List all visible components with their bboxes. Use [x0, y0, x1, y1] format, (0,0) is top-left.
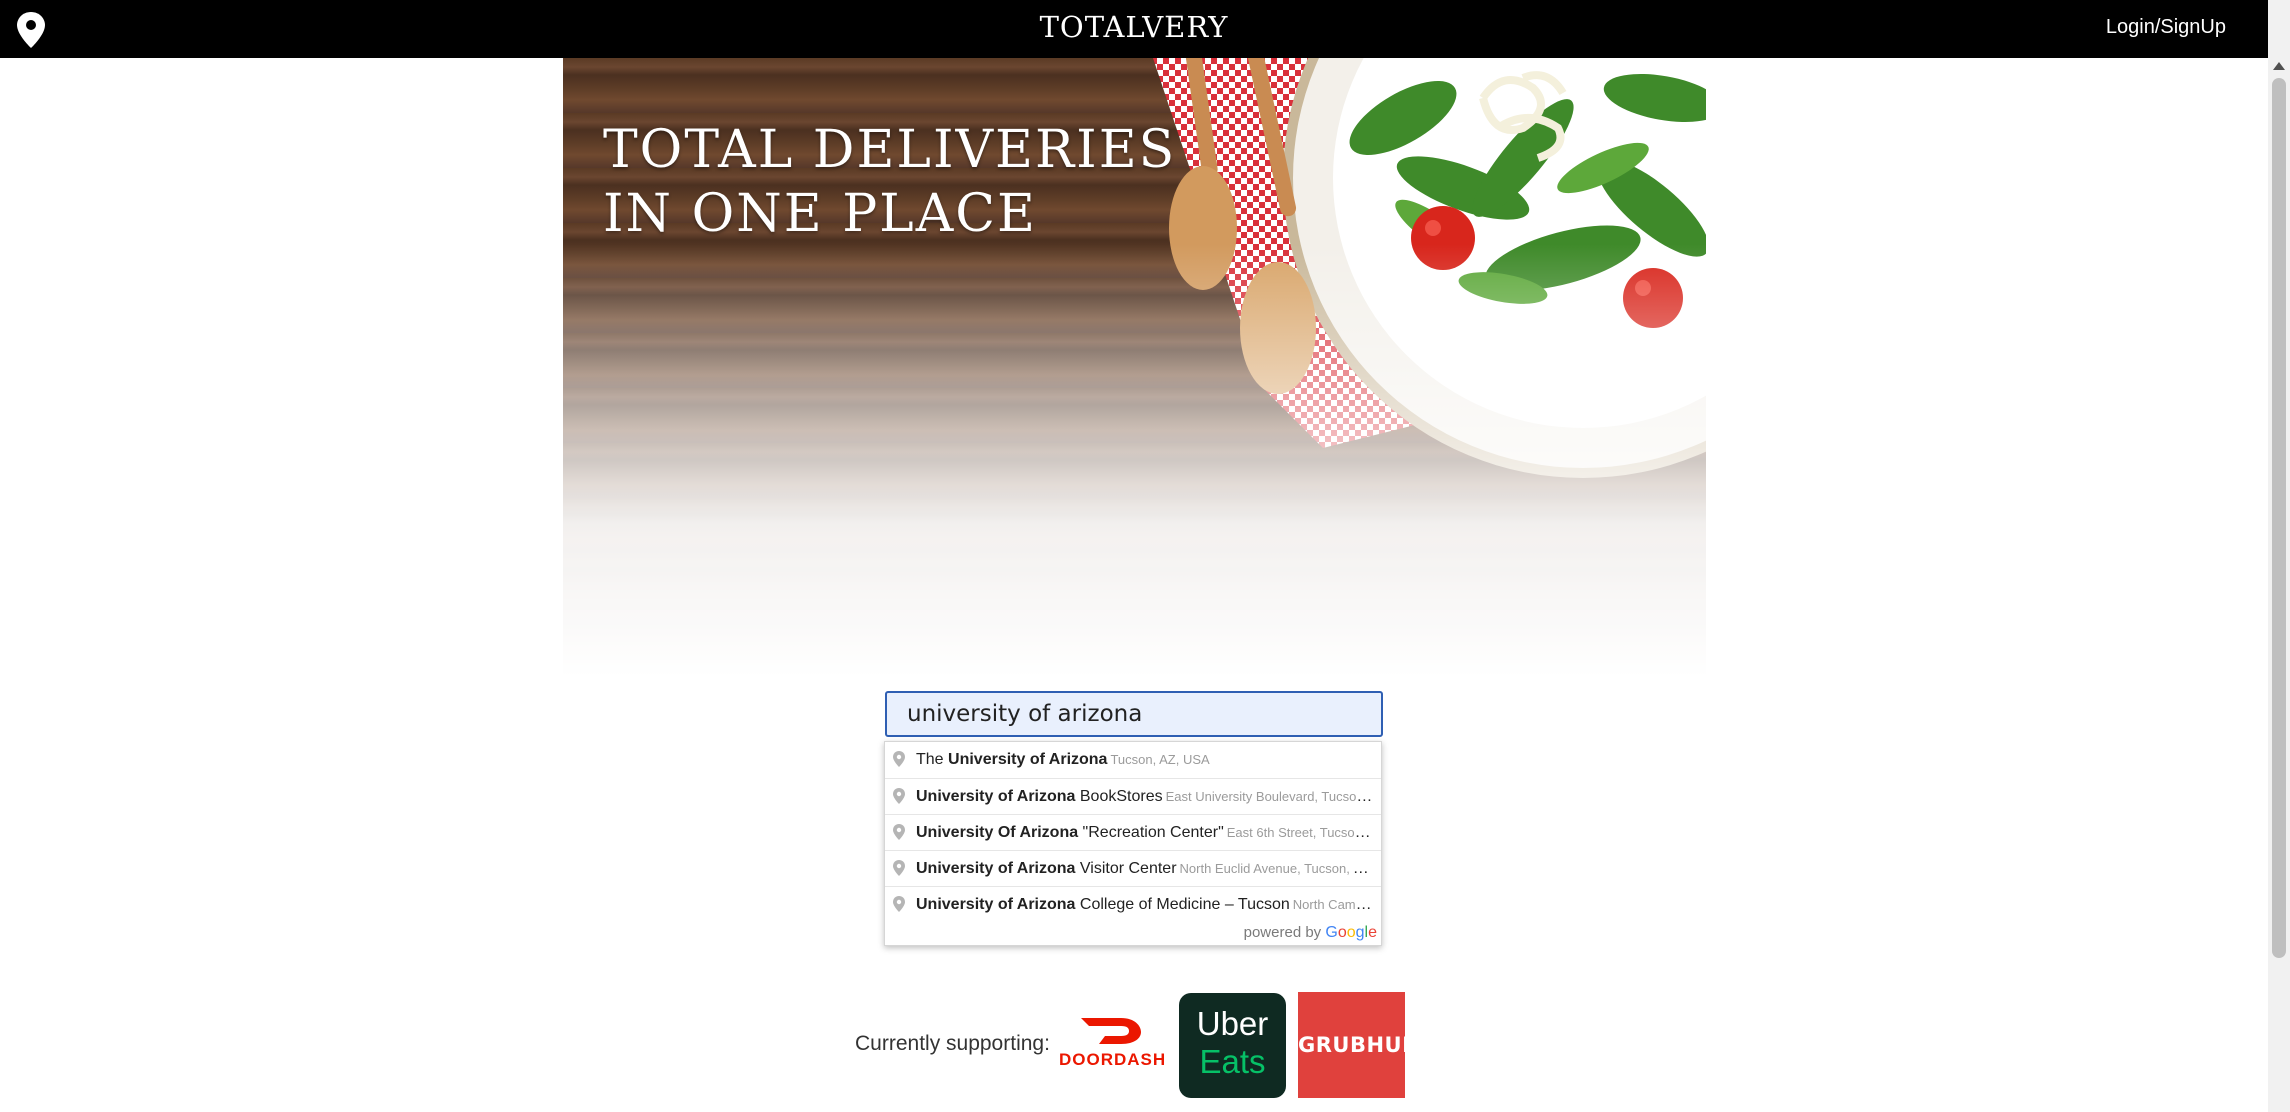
location-pin-icon — [893, 896, 905, 917]
doordash-logo[interactable]: DOORDASH — [1057, 1012, 1169, 1074]
autocomplete-suggestion[interactable]: University of Arizona Visitor Center Nort… — [885, 850, 1381, 886]
suggestion-match: University Of Arizona — [916, 824, 1079, 841]
suggestion-match: University of Arizona — [948, 751, 1108, 768]
suggestion-text: University of Arizona Visitor Center Nort… — [916, 860, 1375, 878]
powered-by-google: powered by Google — [1244, 924, 1377, 942]
scrollbar-thumb[interactable] — [2272, 78, 2286, 958]
suggestion-secondary: North Euclid Avenue, Tucson, AZ, USA — [1179, 861, 1375, 876]
ubereats-logo[interactable]: Uber Eats — [1179, 993, 1286, 1098]
suggestion-text: University of Arizona College of Medicin… — [916, 896, 1375, 914]
suggestion-suffix: "Recreation Center" — [1078, 824, 1224, 841]
hero-title-line-1: TOTAL DELIVERIES — [603, 120, 1177, 180]
suggestion-secondary: North Campbell Avenue, Tucson, AZ, USA — [1292, 897, 1375, 912]
grubhub-logo[interactable]: GRUBHUB — [1298, 992, 1418, 1098]
ubereats-word-eats: Eats — [1199, 1043, 1266, 1080]
suggestion-secondary: East 6th Street, Tucson, AZ, USA — [1226, 825, 1375, 840]
autocomplete-suggestion[interactable]: University of Arizona College of Medicin… — [885, 886, 1381, 922]
suggestion-text: The University of Arizona Tucson, AZ, USA — [916, 751, 1375, 769]
supporting-label: Currently supporting: — [855, 1032, 1050, 1055]
top-navigation-bar: TOTALVERY Login/SignUp — [0, 0, 2268, 58]
suggestion-suffix: Visitor Center — [1075, 860, 1177, 877]
hero-banner: TOTAL DELIVERIES IN ONE PLACE — [563, 58, 1706, 678]
login-signup-link[interactable]: Login/SignUp — [2106, 16, 2226, 39]
doordash-icon — [1081, 1018, 1141, 1044]
address-search-input[interactable] — [885, 691, 1383, 737]
suggestion-prefix: The — [916, 751, 949, 768]
suggestion-suffix: College of Medicine – Tucson — [1075, 896, 1290, 913]
location-pin-icon — [893, 788, 905, 809]
suggestion-match: University of Arizona — [916, 788, 1076, 805]
page-scrollbar[interactable] — [2268, 0, 2290, 1112]
ubereats-word-uber: Uber — [1196, 1005, 1269, 1042]
location-pin-icon — [893, 751, 905, 772]
suggestion-match: University of Arizona — [916, 896, 1076, 913]
suggestion-text: University of Arizona BookStores East Uni… — [916, 788, 1375, 806]
suggestion-secondary: East University Boulevard, Tucson, AZ, U… — [1165, 789, 1375, 804]
hero-title: TOTAL DELIVERIES IN ONE PLACE — [603, 118, 1176, 246]
autocomplete-dropdown: The University of Arizona Tucson, AZ, USA… — [884, 741, 1382, 946]
suggestion-suffix: BookStores — [1075, 788, 1163, 805]
autocomplete-suggestion[interactable]: University of Arizona BookStores East Uni… — [885, 778, 1381, 814]
autocomplete-suggestion[interactable]: The University of Arizona Tucson, AZ, USA — [885, 742, 1381, 778]
google-logo: Google — [1325, 924, 1377, 941]
autocomplete-suggestion[interactable]: University Of Arizona "Recreation Center… — [885, 814, 1381, 850]
hero-title-line-2: IN ONE PLACE — [603, 184, 1038, 244]
brand-logo[interactable]: TOTALVERY — [0, 10, 2268, 44]
location-pin-icon — [893, 824, 905, 845]
doordash-wordmark: DOORDASH — [1059, 1050, 1167, 1069]
powered-by-label: powered by — [1243, 924, 1322, 941]
suggestion-secondary: Tucson, AZ, USA — [1110, 752, 1210, 767]
suggestion-match: University of Arizona — [916, 860, 1076, 877]
suggestion-text: University Of Arizona "Recreation Center… — [916, 824, 1375, 842]
location-pin-icon — [893, 860, 905, 881]
scroll-up-arrow-icon[interactable] — [2273, 62, 2285, 70]
